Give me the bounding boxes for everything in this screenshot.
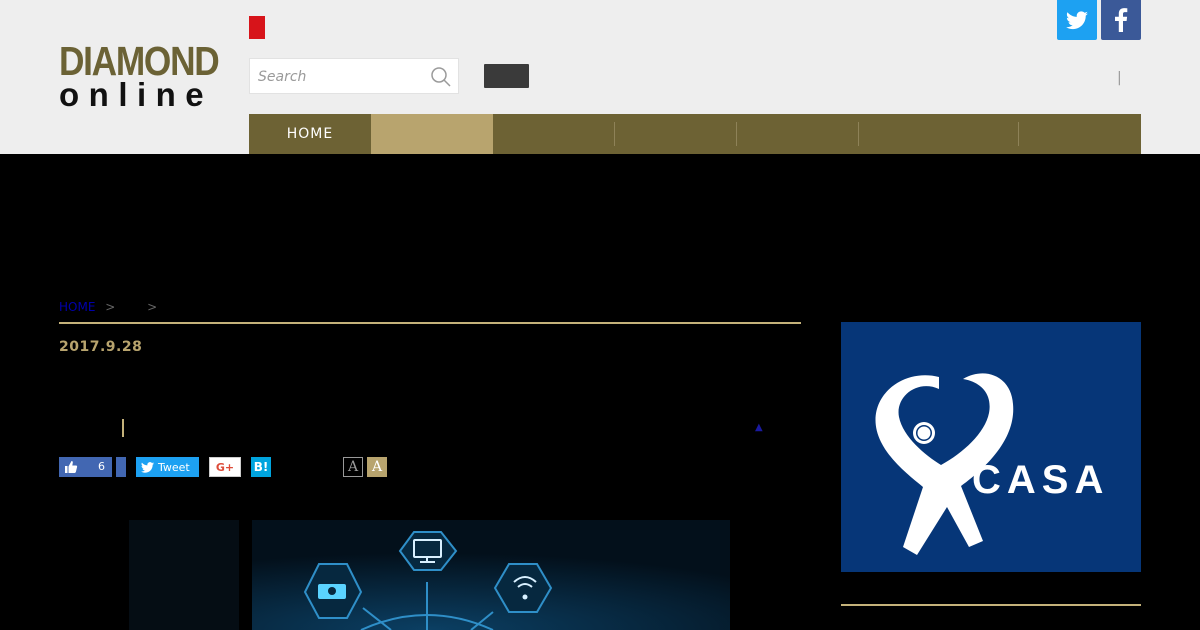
red-marker [249,16,265,39]
nav-item-2[interactable] [371,114,493,154]
nav-item-3[interactable] [493,114,615,154]
author-marker [122,419,124,437]
casa-logo-icon [875,373,1014,555]
main-nav: HOME [249,114,1141,154]
article-date: 2017.9.28 [59,339,143,355]
search-box [249,58,459,94]
header-button[interactable] [484,64,529,88]
casa-advertisement[interactable]: ® CASA [841,322,1141,572]
tweet-button[interactable]: Tweet [136,457,199,477]
font-size-large-button[interactable]: A [367,457,387,477]
like-count: 6 [98,460,105,473]
breadcrumb-home-link[interactable]: HOME [59,300,95,314]
facebook-icon [1115,8,1128,32]
thumbs-up-icon [65,461,78,473]
diamond-online-logo[interactable]: DIAMOND online [59,38,223,114]
nav-item-label: HOME [286,126,334,142]
font-size-small-button[interactable]: A [343,457,363,477]
article-hero-image [129,520,730,630]
nav-item-4[interactable] [615,114,737,154]
search-input[interactable] [258,67,418,87]
facebook-like-button[interactable]: 6 [59,457,112,477]
site-header: DIAMOND online | HOME [0,0,1200,154]
google-plus-label: G+ [215,460,235,474]
breadcrumb-separator: > [105,300,116,314]
article-header-divider [59,322,801,324]
nav-item-home[interactable]: HOME [249,114,371,154]
nav-item-6[interactable] [859,114,1019,154]
nav-item-5[interactable] [737,114,859,154]
twitter-button[interactable] [1057,0,1097,40]
twitter-icon [141,461,154,473]
hatena-bookmark-button[interactable]: B! [251,457,271,477]
logo-line1: DIAMOND [59,38,220,84]
sidebar-divider [841,604,1141,606]
casa-brand-text: CASA [972,458,1110,502]
hatena-label: B! [253,460,269,474]
twitter-icon [1066,11,1088,30]
logo-line2: online [59,76,214,113]
breadcrumb: HOME > > [59,300,157,314]
search-icon[interactable] [430,66,452,88]
triangle-up-icon[interactable]: ▲ [755,422,763,433]
facebook-button[interactable] [1101,0,1141,40]
tweet-label: Tweet [158,460,190,474]
casa-reg-mark: ® [949,462,961,476]
network-illustration [129,520,730,630]
google-plus-button[interactable]: G+ [209,457,241,477]
nav-item-7[interactable] [1019,114,1141,154]
facebook-share-button[interactable] [116,457,126,477]
header-separator: | [1117,70,1122,86]
breadcrumb-separator: > [147,300,158,314]
